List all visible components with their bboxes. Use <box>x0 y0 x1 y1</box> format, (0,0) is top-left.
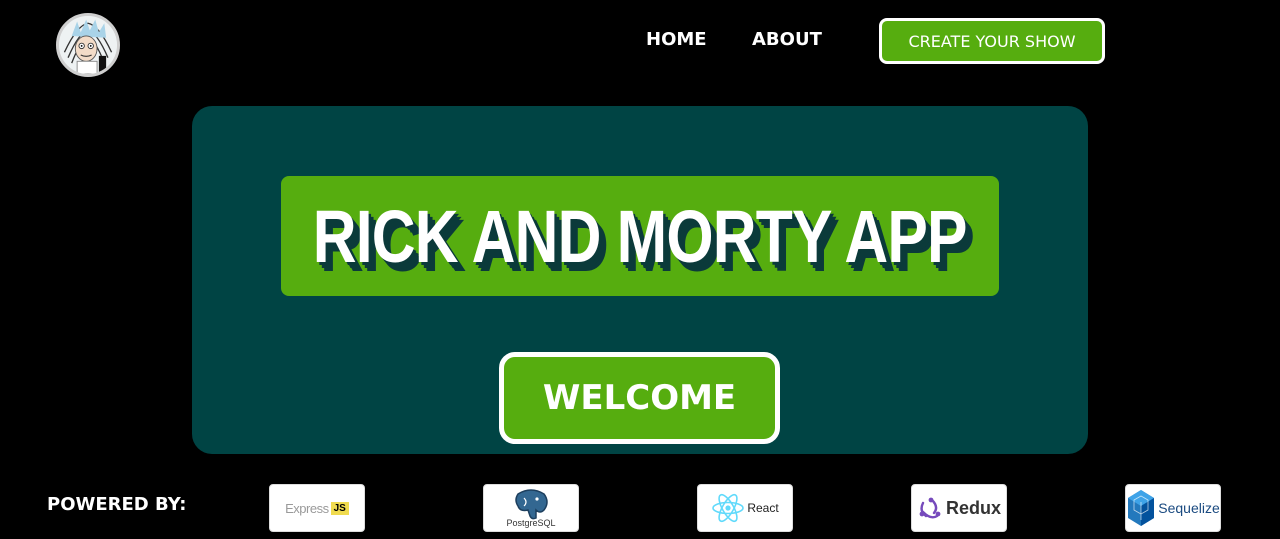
sequelize-label: Sequelize <box>1158 500 1220 516</box>
redux-logo: Redux <box>911 484 1007 532</box>
nav-about-link[interactable]: ABOUT <box>752 29 822 50</box>
sequelize-logo: Sequelize <box>1125 484 1221 532</box>
express-js-logo: Express JS <box>269 484 365 532</box>
react-atom-icon <box>712 493 745 523</box>
rick-sanchez-avatar-icon[interactable] <box>56 13 120 77</box>
postgresql-elephant-icon <box>515 489 548 520</box>
express-js-logo-icon: Express <box>285 500 329 516</box>
react-label: React <box>747 501 779 515</box>
title-banner: RICK AND MORTY APP <box>281 176 999 296</box>
sequelize-cube-icon <box>1128 490 1155 526</box>
nav-home-link[interactable]: HOME <box>646 29 707 50</box>
react-logo: React <box>697 484 793 532</box>
create-your-show-button[interactable]: CREATE YOUR SHOW <box>879 18 1105 64</box>
hero-panel: RICK AND MORTY APP WELCOME <box>192 106 1088 454</box>
welcome-button[interactable]: WELCOME <box>499 352 780 444</box>
js-badge: JS <box>330 501 349 515</box>
redux-logo-icon <box>919 497 941 519</box>
powered-by-label: POWERED BY: <box>47 494 187 515</box>
postgresql-label: PostgreSQL <box>506 518 556 528</box>
page-title: RICK AND MORTY APP <box>313 194 968 278</box>
redux-label: Redux <box>945 497 1001 518</box>
postgresql-logo: PostgreSQL <box>483 484 579 532</box>
